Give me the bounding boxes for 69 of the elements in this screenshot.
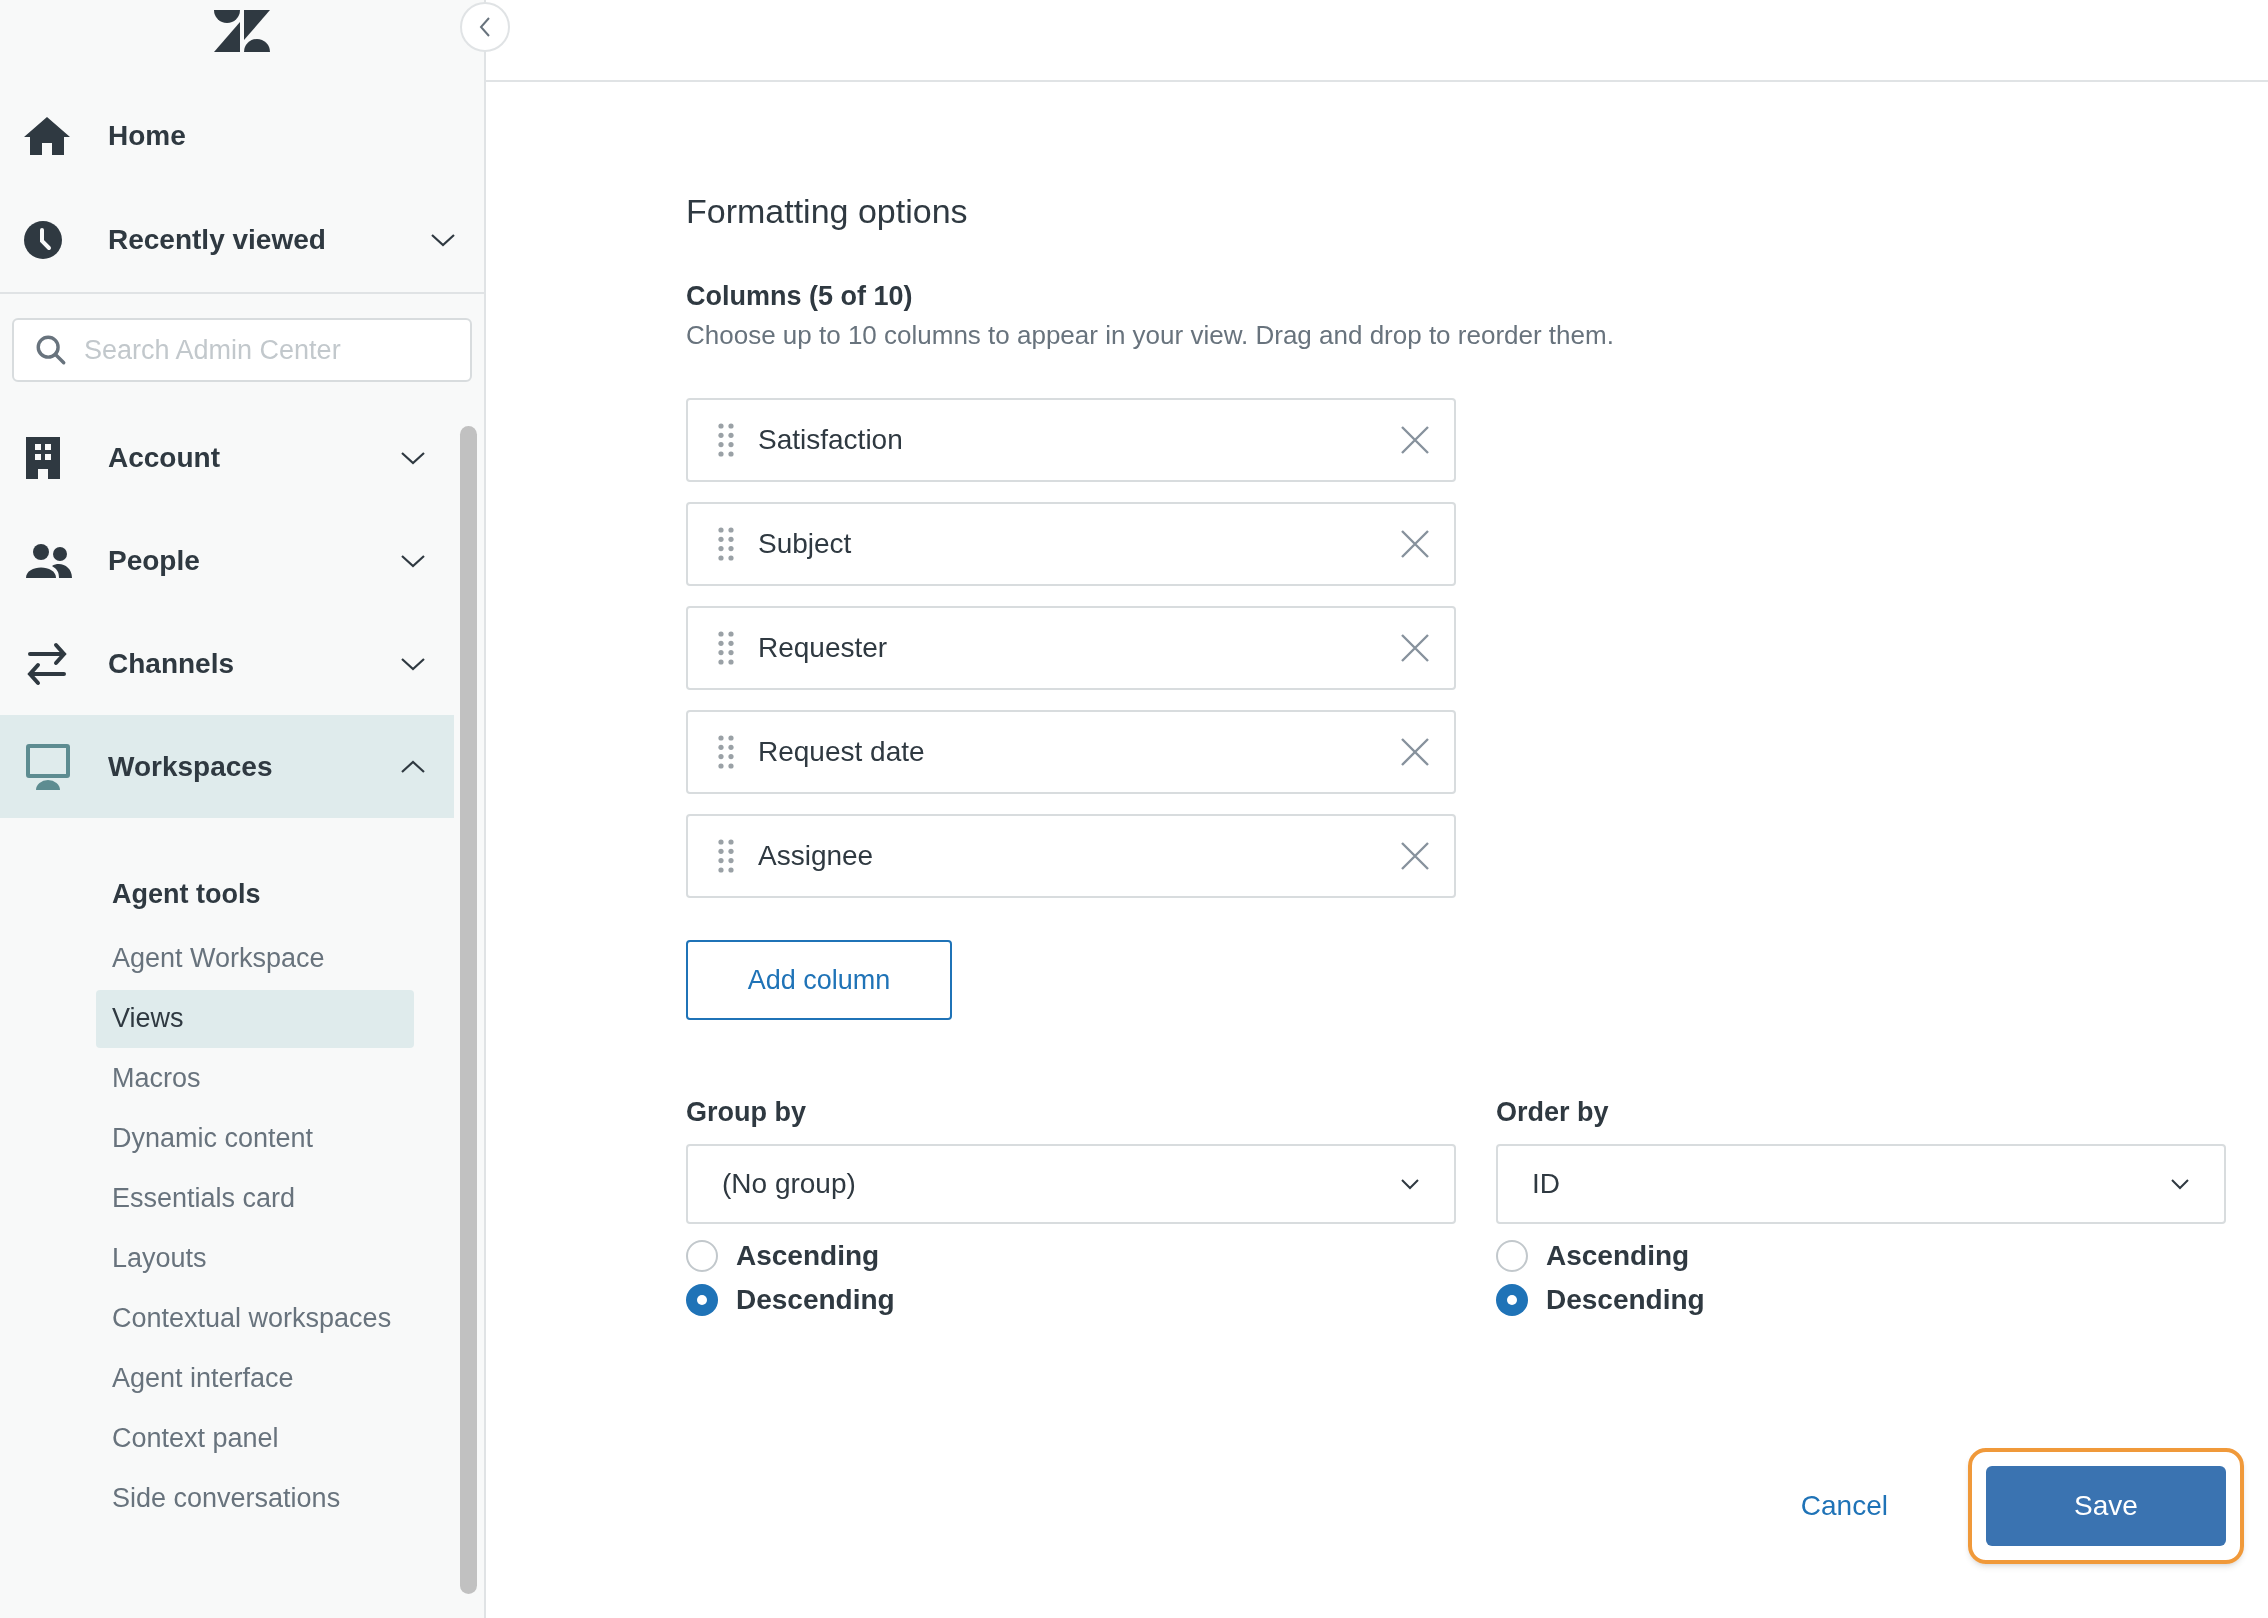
add-column-button[interactable]: Add column bbox=[686, 940, 952, 1020]
section-heading: Agent tools bbox=[111, 878, 262, 911]
radio-button[interactable] bbox=[1496, 1284, 1528, 1316]
chevron-down-icon bbox=[430, 232, 456, 248]
chevron-down-icon bbox=[1400, 1178, 1420, 1190]
nav-subitem[interactable]: Agent interface bbox=[96, 1350, 414, 1408]
field-label: Group by bbox=[686, 1096, 807, 1129]
radio-label: Descending bbox=[736, 1283, 895, 1317]
home-icon bbox=[24, 117, 70, 155]
column-item[interactable]: Satisfaction bbox=[686, 398, 1456, 482]
monitor-icon bbox=[26, 743, 70, 790]
dropdown[interactable]: ID bbox=[1496, 1144, 2226, 1224]
drag-handle-icon[interactable] bbox=[718, 631, 734, 665]
nav-subitem[interactable]: Side conversations bbox=[96, 1470, 414, 1528]
radio-button[interactable] bbox=[1496, 1240, 1528, 1272]
scrollbar[interactable] bbox=[460, 426, 477, 1594]
save-button[interactable]: Save bbox=[1986, 1466, 2226, 1546]
close-icon[interactable] bbox=[1400, 633, 1430, 663]
field-label: Order by bbox=[1496, 1096, 1610, 1129]
search-field[interactable]: Search Admin Center bbox=[12, 318, 472, 382]
chevron-left-icon bbox=[478, 16, 492, 38]
radio-button[interactable] bbox=[686, 1240, 718, 1272]
collapse-button[interactable] bbox=[460, 2, 510, 52]
nav-item[interactable]: Recently viewed bbox=[0, 188, 484, 292]
clock-icon bbox=[24, 221, 62, 259]
close-icon[interactable] bbox=[1400, 841, 1430, 871]
column-item[interactable]: Subject bbox=[686, 502, 1456, 586]
nav-subitem[interactable]: Context panel bbox=[96, 1410, 414, 1468]
chevron-down-icon bbox=[400, 552, 426, 569]
column-item[interactable]: Requester bbox=[686, 606, 1456, 690]
radio-label: Ascending bbox=[736, 1239, 880, 1273]
chevron-down-icon bbox=[2170, 1178, 2190, 1190]
chevron-down-icon bbox=[400, 655, 426, 672]
nav-item[interactable]: Channels bbox=[0, 612, 454, 715]
page-heading: Formatting options bbox=[686, 191, 969, 232]
logo-icon bbox=[214, 10, 270, 52]
nav-subitem[interactable]: Layouts bbox=[96, 1230, 414, 1288]
drag-handle-icon[interactable] bbox=[718, 423, 734, 457]
arrows-icon bbox=[26, 641, 68, 686]
nav-item[interactable]: Home bbox=[0, 84, 484, 188]
radio-label: Descending bbox=[1546, 1283, 1705, 1317]
people-icon bbox=[26, 543, 72, 578]
radio-label: Ascending bbox=[1546, 1239, 1690, 1273]
column-item[interactable]: Assignee bbox=[686, 814, 1456, 898]
dropdown[interactable]: (No group) bbox=[686, 1144, 1456, 1224]
close-icon[interactable] bbox=[1400, 425, 1430, 455]
building-icon bbox=[26, 436, 60, 479]
nav-item[interactable]: Workspaces bbox=[0, 715, 454, 818]
chevron-down-icon bbox=[400, 449, 426, 466]
chevron-up-icon bbox=[400, 758, 426, 775]
nav-subitem[interactable]: Dynamic content bbox=[96, 1110, 414, 1168]
nav-item[interactable]: Account bbox=[0, 406, 454, 509]
search-icon bbox=[34, 333, 68, 367]
nav-subitem[interactable]: Macros bbox=[96, 1050, 414, 1108]
nav-subitem[interactable]: Contextual workspaces bbox=[96, 1290, 414, 1348]
column-item[interactable]: Request date bbox=[686, 710, 1456, 794]
drag-handle-icon[interactable] bbox=[718, 839, 734, 873]
section-title: Columns (5 of 10) bbox=[686, 280, 914, 313]
cancel-link[interactable]: Cancel bbox=[1800, 1485, 1888, 1527]
nav-subitem[interactable]: Views bbox=[96, 990, 414, 1048]
close-icon[interactable] bbox=[1400, 737, 1430, 767]
nav-subitem[interactable]: Essentials card bbox=[96, 1170, 414, 1228]
drag-handle-icon[interactable] bbox=[718, 735, 734, 769]
nav-subitem[interactable]: Agent Workspace bbox=[96, 930, 414, 988]
close-icon[interactable] bbox=[1400, 529, 1430, 559]
radio-button[interactable] bbox=[686, 1284, 718, 1316]
drag-handle-icon[interactable] bbox=[718, 527, 734, 561]
description-text: Choose up to 10 columns to appear in your view. Drag and drop to reorder them. bbox=[686, 319, 1615, 352]
nav-item[interactable]: People bbox=[0, 509, 454, 612]
